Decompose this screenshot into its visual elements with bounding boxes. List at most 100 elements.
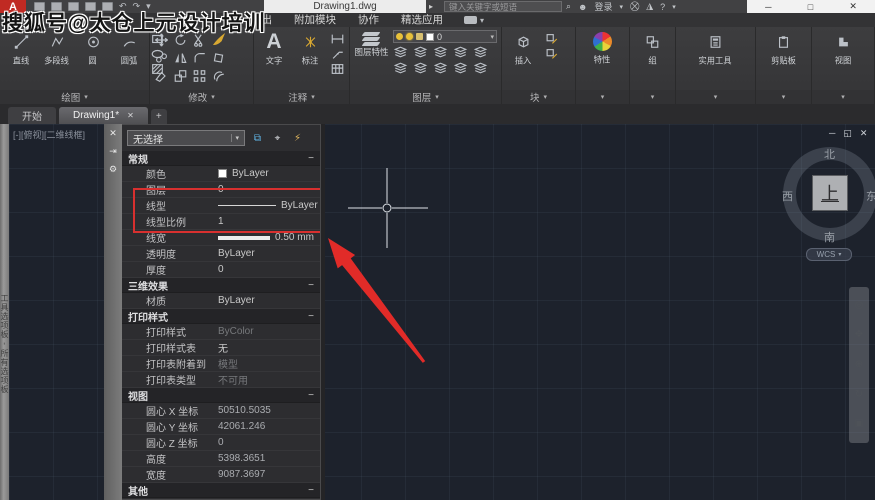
tab-collaborate[interactable]: 协作 — [347, 13, 390, 27]
maximize-button[interactable]: □ — [808, 2, 813, 12]
section-header[interactable]: 视图− — [122, 388, 320, 403]
app-store-icon[interactable]: ⛒ — [630, 1, 639, 12]
search-input[interactable]: 键入关键字或短语 — [444, 1, 562, 12]
property-row[interactable]: 打印样式表无 — [122, 340, 320, 356]
layer-tool-icon[interactable] — [473, 45, 488, 58]
title-expand-icon[interactable]: ▸ — [429, 2, 433, 11]
array-icon[interactable] — [192, 69, 207, 82]
workspace-dropdown-icon[interactable]: ▾ — [146, 2, 151, 11]
drawing-minimize-icon[interactable]: ─ — [829, 128, 835, 139]
close-button[interactable]: ✕ — [849, 1, 857, 12]
layer-tool-icon[interactable] — [393, 61, 408, 74]
tool-line[interactable]: 直线 — [4, 30, 38, 67]
tab-drawing1[interactable]: Drawing1* ✕ — [59, 107, 148, 124]
property-row[interactable]: 颜色ByLayer — [122, 166, 320, 182]
scale-icon[interactable] — [173, 69, 188, 82]
collapse-icon[interactable]: − — [308, 280, 314, 291]
table-icon[interactable] — [330, 62, 345, 75]
tool-layer-properties[interactable]: 图层特性 — [354, 30, 389, 57]
property-row[interactable]: 线型比例1 — [122, 214, 320, 230]
section-header[interactable]: 常规− — [122, 151, 320, 166]
new-drawing-tab-button[interactable]: + — [151, 109, 167, 124]
property-row[interactable]: 打印表附着到模型 — [122, 356, 320, 372]
linear-dimension-icon[interactable] — [330, 32, 345, 45]
open-file-icon[interactable] — [51, 2, 62, 11]
tool-circle[interactable]: 圆 — [76, 30, 110, 67]
media-icon[interactable] — [464, 16, 477, 24]
collapse-icon[interactable]: − — [308, 485, 314, 496]
property-row[interactable]: 厚度0 — [122, 262, 320, 278]
layer-tool-icon[interactable] — [393, 45, 408, 58]
property-row[interactable]: 线型ByLayer — [122, 198, 320, 214]
property-value[interactable]: ByLayer — [218, 168, 320, 179]
mirror-icon[interactable] — [173, 51, 188, 64]
orbit-icon[interactable]: ↻ — [855, 390, 863, 400]
panel-label-view[interactable]: ▾ — [812, 90, 874, 104]
panel-label-layers[interactable]: 图层▾ — [350, 90, 501, 104]
layer-dropdown[interactable]: 0 ▾ — [393, 30, 497, 43]
layer-tool-icon[interactable] — [433, 61, 448, 74]
selection-dropdown[interactable]: 无选择▾ — [127, 130, 245, 146]
plot-icon[interactable] — [102, 2, 113, 11]
palette-settings-icon[interactable]: ⚙ — [109, 165, 117, 174]
copy-icon[interactable] — [154, 51, 169, 64]
erase-icon[interactable] — [211, 33, 226, 46]
viewcube-north[interactable]: 北 — [824, 146, 835, 162]
help-dropdown-icon[interactable]: ▾ — [672, 3, 676, 11]
tool-clipboard[interactable]: 剪贴板 — [767, 30, 801, 67]
tool-properties[interactable]: 特性 — [586, 30, 620, 66]
property-value[interactable]: 9087.3697 — [218, 469, 320, 480]
viewcube-top-face[interactable]: 上 — [812, 175, 848, 211]
viewcube-west[interactable]: 西 — [782, 188, 793, 204]
property-row[interactable]: 宽度9087.3697 — [122, 467, 320, 483]
drawing-restore-icon[interactable]: ◱ — [843, 128, 852, 139]
property-value[interactable]: ByLayer — [218, 200, 320, 211]
palette-scrollbar[interactable] — [321, 124, 325, 500]
explode-icon[interactable] — [211, 51, 226, 64]
select-objects-icon[interactable]: ⌖ — [270, 131, 285, 146]
layer-tool-icon[interactable] — [453, 45, 468, 58]
property-value[interactable]: ByLayer — [218, 248, 320, 259]
palette-autohide-icon[interactable]: ⇥ — [109, 147, 117, 156]
panel-label-properties[interactable]: ▾ — [576, 90, 629, 104]
collapse-icon[interactable]: − — [308, 311, 314, 322]
leader-icon[interactable] — [330, 47, 345, 60]
collapse-icon[interactable]: − — [308, 390, 314, 401]
tool-view[interactable]: 视图 — [826, 30, 860, 67]
property-row[interactable]: 圆心 X 坐标50510.5035 — [122, 403, 320, 419]
tab-start[interactable]: 开始 — [8, 107, 56, 124]
tool-group[interactable]: 组 — [636, 30, 670, 67]
property-value[interactable]: 0.50 mm — [218, 232, 320, 243]
quick-select-icon[interactable]: ⚡ — [290, 131, 305, 146]
layer-tool-icon[interactable] — [453, 61, 468, 74]
palette-titlebar[interactable]: ✕ ⇥ ⚙ — [104, 124, 122, 500]
toggle-pickadd-icon[interactable]: ⧉ — [250, 131, 265, 146]
property-row[interactable]: 圆心 Z 坐标0 — [122, 435, 320, 451]
tool-text[interactable]: A文字 — [258, 30, 290, 67]
sign-in-label[interactable]: 登录 — [595, 0, 613, 13]
pan-icon[interactable]: ✥ — [855, 330, 863, 340]
section-header[interactable]: 三维效果− — [122, 278, 320, 293]
property-row[interactable]: 透明度ByLayer — [122, 246, 320, 262]
property-value[interactable]: ByLayer — [218, 295, 320, 306]
user-icon[interactable]: ☻ — [578, 2, 587, 12]
trim-icon[interactable] — [192, 33, 207, 46]
autodesk-exchange-icon[interactable]: ◮ — [646, 1, 653, 12]
tool-insert[interactable]: 插入 — [506, 30, 540, 67]
property-row[interactable]: 打印表类型不可用 — [122, 372, 320, 388]
redo-icon[interactable]: ↷ — [133, 2, 141, 11]
fillet-icon[interactable] — [192, 51, 207, 64]
panel-label-block[interactable]: 块▾ — [502, 90, 575, 104]
property-value[interactable]: 1 — [218, 216, 320, 227]
wcs-menu[interactable]: WCS▾ — [806, 248, 852, 261]
panel-label-draw[interactable]: 绘图▾ — [0, 90, 149, 104]
tab-addins[interactable]: 附加模块 — [283, 13, 347, 27]
viewcube-east[interactable]: 东 — [866, 188, 875, 204]
tool-utilities[interactable]: 实用工具 — [687, 30, 745, 67]
property-value[interactable]: 无 — [218, 340, 320, 355]
application-menu-button[interactable]: A — [0, 0, 26, 13]
rotate-icon[interactable] — [173, 33, 188, 46]
layer-dropdown-arrow-icon[interactable]: ▾ — [490, 33, 494, 41]
showmotion-icon[interactable]: ▣ — [854, 419, 863, 429]
layer-tool-icon[interactable] — [413, 61, 428, 74]
